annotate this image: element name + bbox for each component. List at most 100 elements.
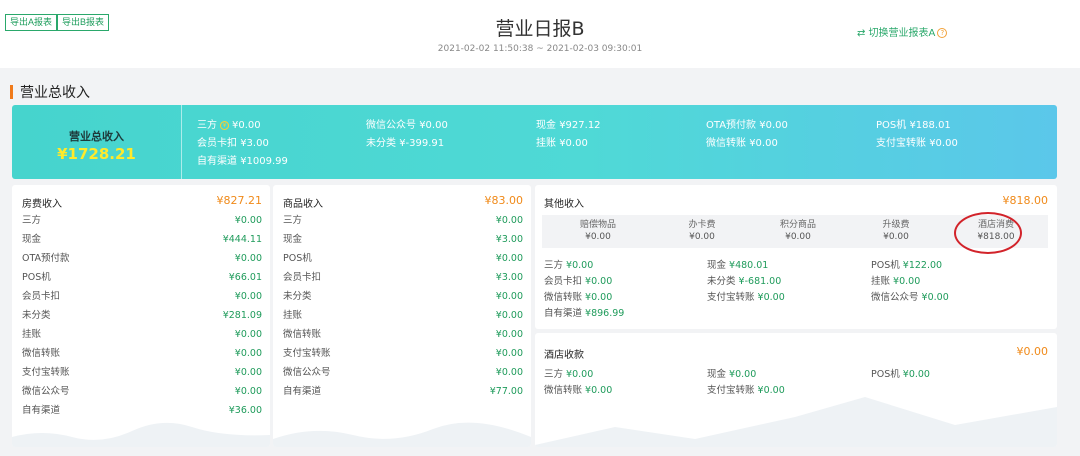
row-value: ¥66.01 (228, 272, 262, 283)
payment-label: 现金 (707, 260, 727, 271)
goods-revenue-card: 商品收入 ¥83.00 三方 ¥0.00 现金 ¥3.00 POS机 ¥0.00 会员卡扣 ¥… (273, 185, 531, 447)
subcat-value: ¥0.00 (585, 232, 611, 242)
row-value: ¥444.11 (222, 234, 262, 245)
payment-label: 三方 (544, 260, 564, 271)
subcat-label: 办卡费 (688, 220, 716, 230)
subcat-value: ¥0.00 (883, 232, 909, 242)
payment-item: 会员卡扣 ¥0.00 (544, 273, 612, 287)
hotel-receipts-total: ¥0.00 (1016, 345, 1049, 358)
payment-value: ¥0.00 (902, 369, 930, 380)
summary-item-label: OTA预付款 (706, 120, 757, 131)
summary-item-pos: POS机 ¥188.01 (876, 116, 951, 131)
summary-item-label: 挂账 (536, 138, 556, 149)
summary-item-on-account: 挂账 ¥0.00 (536, 134, 588, 149)
row-label: 未分类 (22, 310, 51, 321)
table-row: 微信公众号 ¥0.00 (22, 382, 262, 401)
table-row: 未分类 ¥281.09 (22, 306, 262, 325)
help-icon[interactable]: ? (937, 28, 948, 38)
table-row: 三方 ¥0.00 (283, 211, 523, 230)
payment-item: POS机 ¥122.00 (871, 257, 942, 271)
subcat-points-goods: 积分商品 ¥0.00 (758, 219, 838, 243)
summary-item-member-card: 会员卡扣 ¥3.00 (197, 134, 269, 149)
summary-item-value: ¥3.00 (240, 138, 269, 149)
summary-item-value: ¥1009.99 (240, 156, 288, 167)
table-row: 三方 ¥0.00 (22, 211, 262, 230)
goods-revenue-title: 商品收入 (283, 199, 323, 210)
hotel-receipts-title: 酒店收款 (544, 350, 584, 361)
row-value: ¥0.00 (495, 253, 523, 264)
summary-item-wechat-official: 微信公众号 ¥0.00 (366, 116, 448, 131)
table-row: 挂账 ¥0.00 (283, 306, 523, 325)
row-value: ¥0.00 (495, 367, 523, 378)
table-row: 挂账 ¥0.00 (22, 325, 262, 344)
table-row: 自有渠道 ¥36.00 (22, 401, 262, 420)
summary-item-third-party: 三方 ¥ ¥0.00 (197, 116, 261, 131)
highlight-circle (954, 212, 1022, 254)
total-revenue-value: ¥1728.21 (57, 145, 136, 163)
summary-item-value: ¥0.00 (559, 138, 588, 149)
other-revenue-total: ¥818.00 (1002, 194, 1049, 207)
row-value: ¥281.09 (222, 310, 262, 321)
table-row: 现金 ¥3.00 (283, 230, 523, 249)
payment-item: 自有渠道 ¥896.99 (544, 305, 624, 319)
subcat-label: 赔偿物品 (579, 220, 616, 230)
summary-item-own-channel: 自有渠道 ¥1009.99 (197, 152, 288, 167)
payment-value: ¥0.00 (893, 276, 921, 287)
payment-value: ¥0.00 (757, 292, 785, 303)
hotel-receipts-card: 酒店收款 ¥0.00 (535, 333, 1057, 447)
wave-decoration (273, 422, 531, 447)
table-row: 微信公众号 ¥0.00 (283, 363, 523, 382)
summary-item-value: ¥0.00 (419, 120, 448, 131)
payment-label: 微信公众号 (871, 292, 919, 303)
row-label: 自有渠道 (22, 405, 61, 416)
row-label: 三方 (283, 215, 303, 226)
row-label: POS机 (22, 272, 51, 283)
payment-item: 微信转账 ¥0.00 (544, 289, 612, 303)
table-row: 微信转账 ¥0.00 (22, 344, 262, 363)
summary-item-value: ¥0.00 (929, 138, 958, 149)
row-label: OTA预付款 (22, 253, 70, 264)
payment-label: 会员卡扣 (544, 276, 583, 287)
row-value: ¥0.00 (234, 386, 262, 397)
row-value: ¥3.00 (495, 272, 523, 283)
row-label: POS机 (283, 253, 312, 264)
summary-item-label: 三方 (197, 120, 217, 131)
payment-value: ¥0.00 (757, 385, 785, 396)
mountain-decoration (535, 397, 1057, 447)
payment-value: ¥896.99 (585, 308, 625, 319)
room-revenue-total: ¥827.21 (216, 194, 263, 207)
payment-value: ¥0.00 (729, 369, 757, 380)
payment-item: 支付宝转账 ¥0.00 (707, 382, 785, 396)
goods-revenue-total: ¥83.00 (484, 194, 524, 207)
payment-label: 微信转账 (544, 292, 583, 303)
payment-value: ¥0.00 (566, 260, 594, 271)
row-label: 微信公众号 (283, 367, 331, 378)
table-row: 会员卡扣 ¥3.00 (283, 268, 523, 287)
summary-item-value: ¥0.00 (759, 120, 788, 131)
payment-item: 挂账 ¥0.00 (871, 273, 920, 287)
row-value: ¥0.00 (234, 348, 262, 359)
row-value: ¥3.00 (495, 234, 523, 245)
payment-value: ¥122.00 (902, 260, 943, 271)
row-value: ¥77.00 (489, 386, 523, 397)
table-row: 未分类 ¥0.00 (283, 287, 523, 306)
payment-item: 微信公众号 ¥0.00 (871, 289, 949, 303)
subcat-label: 升级费 (882, 220, 910, 230)
payment-label: 支付宝转账 (707, 292, 755, 303)
row-value: ¥0.00 (234, 291, 262, 302)
payment-item: 三方 ¥0.00 (544, 257, 593, 271)
payment-label: 三方 (544, 369, 564, 380)
row-label: 现金 (22, 234, 42, 245)
switch-report-a-link[interactable]: ⇄ 切换营业报表A? (857, 24, 948, 39)
switch-report-label: ⇄ 切换营业报表A (857, 28, 936, 39)
row-value: ¥0.00 (234, 215, 262, 226)
table-row: POS机 ¥66.01 (22, 268, 262, 287)
row-label: 现金 (283, 234, 303, 245)
summary-item-label: POS机 (876, 120, 907, 131)
subcat-label: 积分商品 (779, 220, 816, 230)
table-row: POS机 ¥0.00 (283, 249, 523, 268)
summary-item-value: ¥927.12 (559, 120, 601, 131)
payment-label: 挂账 (871, 276, 891, 287)
payment-value: ¥0.00 (921, 292, 949, 303)
summary-item-label: 会员卡扣 (197, 138, 237, 149)
